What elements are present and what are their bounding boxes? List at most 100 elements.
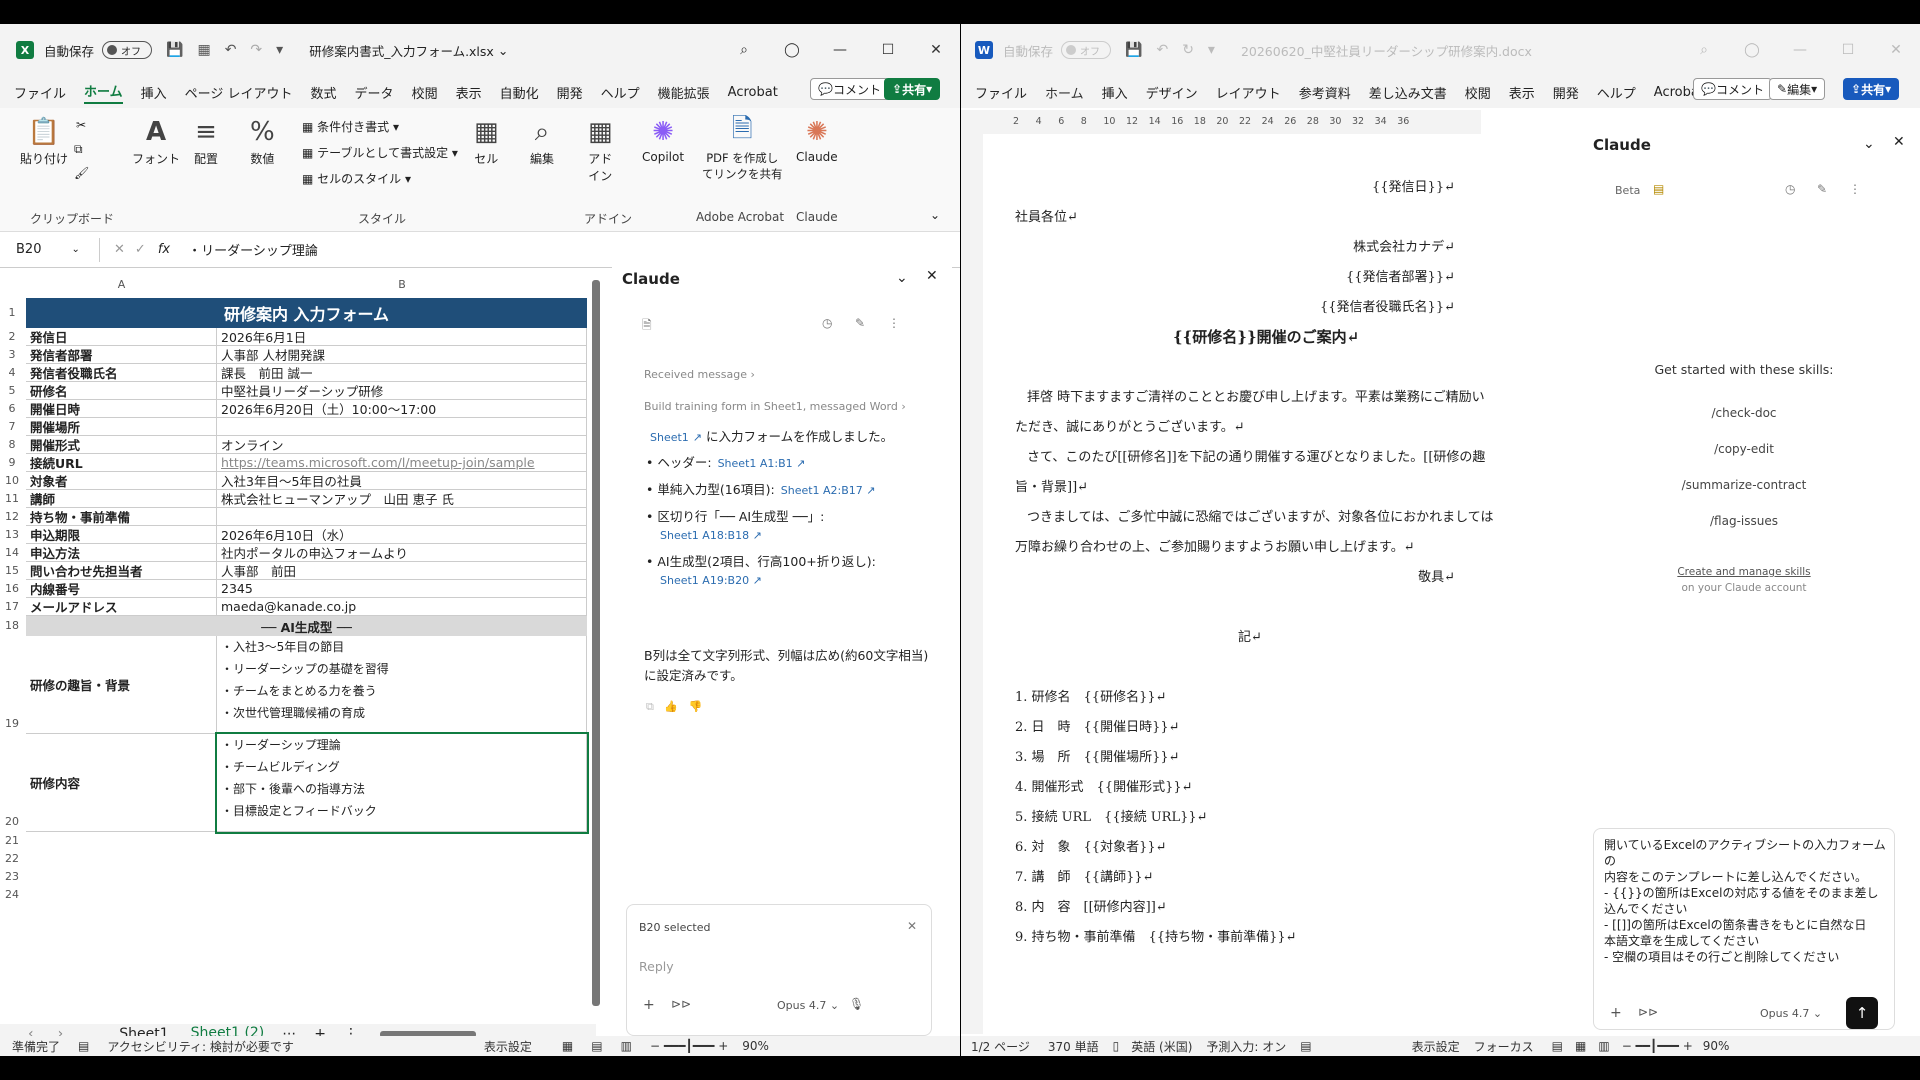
menu-8[interactable]: 表示 bbox=[1509, 83, 1535, 102]
row-header[interactable]: 12 bbox=[0, 508, 24, 526]
menu-2[interactable]: 挿入 bbox=[141, 83, 167, 102]
range-link[interactable]: Sheet1 A18:B18 bbox=[660, 529, 749, 542]
sheet-link[interactable]: Sheet1 bbox=[650, 431, 689, 444]
horizontal-ruler[interactable]: 2 4 6 8 10 12 14 16 18 20 22 24 26 28 30 32 34 36 bbox=[961, 110, 1481, 134]
cell-value[interactable]: maeda@kanade.co.jp bbox=[217, 598, 587, 616]
cell-label[interactable]: 問い合わせ先担当者 bbox=[26, 562, 217, 580]
row-header[interactable]: 11 bbox=[0, 490, 24, 508]
menu-4[interactable]: レイアウト bbox=[1216, 83, 1281, 102]
row-header[interactable]: 9 bbox=[0, 454, 24, 472]
menu-3[interactable]: デザイン bbox=[1146, 83, 1198, 102]
number-button[interactable]: % 数値 bbox=[250, 114, 275, 167]
row-header[interactable]: 16 bbox=[0, 580, 24, 598]
name-box[interactable]: B20 ⌄ bbox=[0, 237, 100, 262]
avatar[interactable]: ◯ bbox=[768, 42, 816, 58]
cell-label[interactable]: 講師 bbox=[26, 490, 217, 508]
row-header[interactable]: 8 bbox=[0, 436, 24, 454]
customize-qat-icon[interactable]: ▾ bbox=[1208, 42, 1215, 58]
range-link[interactable]: Sheet1 A19:B20 bbox=[660, 574, 749, 587]
row-header[interactable]: 14 bbox=[0, 544, 24, 562]
row-header[interactable]: 1 bbox=[0, 298, 24, 328]
cell-value[interactable]: 人事部 人材開発課 bbox=[217, 346, 587, 364]
cell-label[interactable]: 対象者 bbox=[26, 472, 217, 490]
open-link-icon[interactable]: ↗ bbox=[749, 529, 762, 542]
row-header[interactable]: 22 bbox=[0, 850, 24, 868]
chevron-down-icon[interactable]: ⌄ bbox=[498, 43, 508, 58]
page-break-icon[interactable]: ▥ bbox=[621, 1039, 632, 1053]
row-header[interactable]: 18 bbox=[0, 616, 24, 636]
row-header[interactable]: 17 bbox=[0, 598, 24, 616]
cell-value[interactable]: https://teams.microsoft.com/l/meetup-joi… bbox=[217, 454, 587, 472]
model-selector[interactable]: Opus 4.7 ⌄ bbox=[777, 999, 839, 1012]
predictive-status[interactable]: 予測入力: オン bbox=[1206, 1038, 1286, 1055]
edit-button[interactable]: ⌕ 編集 bbox=[530, 114, 554, 167]
new-chat-icon[interactable]: ✎ bbox=[855, 316, 865, 330]
search-icon[interactable]: ⌕ bbox=[720, 42, 768, 58]
cell-label[interactable]: 発信者役職氏名 bbox=[26, 364, 217, 382]
range-link[interactable]: Sheet1 A1:B1 bbox=[718, 457, 793, 470]
fx-icon[interactable]: fx bbox=[158, 242, 170, 257]
document-icon[interactable]: 🗎 bbox=[642, 316, 652, 337]
align-button[interactable]: ≡ 配置 bbox=[194, 114, 218, 167]
cell-value[interactable]: 株式会社ヒューマンアップ 山田 恵子 氏 bbox=[217, 490, 587, 508]
menu-7[interactable]: 校閲 bbox=[1465, 83, 1491, 102]
manage-skills-link[interactable]: Create and manage skills bbox=[1579, 566, 1909, 578]
collapse-ribbon-icon[interactable]: ⌄ bbox=[930, 208, 940, 222]
undo-icon[interactable]: ↶ bbox=[225, 42, 237, 58]
cell-value[interactable]: 人事部 前田 bbox=[217, 562, 587, 580]
share-button[interactable]: ⇪ 共有 ▾ bbox=[884, 78, 941, 100]
prompt-text[interactable]: 開いているExcelのアクティブシートの入力フォームの 内容をこのテンプレートに差… bbox=[1604, 837, 1894, 965]
model-selector[interactable]: Opus 4.7 ⌄ bbox=[1760, 1007, 1822, 1020]
redo-icon[interactable]: ↷ bbox=[250, 42, 262, 58]
cell-value[interactable]: オンライン bbox=[217, 436, 587, 454]
history-icon[interactable]: ◷ bbox=[822, 316, 832, 330]
language-status[interactable]: 英語 (米国) bbox=[1131, 1038, 1192, 1055]
zoom-slider[interactable]: − ━━━┃━━━ + bbox=[650, 1039, 728, 1053]
print-layout-icon[interactable]: ▦ bbox=[1575, 1039, 1586, 1053]
more-icon[interactable]: ⋮ bbox=[888, 316, 900, 330]
row-header[interactable]: 6 bbox=[0, 400, 24, 418]
read-mode-icon[interactable]: ▤ bbox=[1552, 1039, 1563, 1053]
cell-label[interactable]: 発信日 bbox=[26, 328, 217, 346]
separator-cell[interactable]: ── AI生成型 ── bbox=[26, 616, 587, 636]
layout-icon[interactable]: ▦ bbox=[197, 42, 210, 58]
focus-mode[interactable]: フォーカス bbox=[1474, 1038, 1534, 1055]
cell-value[interactable]: 中堅社員リーダーシップ研修 bbox=[217, 382, 587, 400]
cell-multiline[interactable]: ・入社3～5年目の節目 ・リーダーシップの基礎を習得 ・チームをまとめる力を養う ・次… bbox=[217, 636, 587, 734]
vertical-scrollbar[interactable] bbox=[592, 280, 600, 1006]
chevron-down-icon[interactable]: ⌄ bbox=[1863, 136, 1875, 152]
menu-7[interactable]: 表示 bbox=[456, 83, 482, 102]
menu-6[interactable]: 校閲 bbox=[412, 83, 438, 102]
save-icon[interactable]: 💾 bbox=[166, 42, 183, 58]
formula-input[interactable]: ・リーダーシップ理論 bbox=[188, 240, 318, 259]
web-layout-icon[interactable]: ▥ bbox=[1598, 1039, 1609, 1053]
open-link-icon[interactable]: ↗ bbox=[863, 484, 875, 497]
row-header[interactable]: 4 bbox=[0, 364, 24, 382]
cell-label[interactable]: メールアドレス bbox=[26, 598, 217, 616]
avatar[interactable]: ◯ bbox=[1728, 42, 1776, 58]
history-icon[interactable]: ◷ bbox=[1785, 182, 1795, 196]
page-count[interactable]: 1/2 ページ bbox=[971, 1038, 1030, 1055]
row-header[interactable]: 21 bbox=[0, 832, 24, 850]
cell-value[interactable]: 社内ポータルの申込フォームより bbox=[217, 544, 587, 562]
cell-value[interactable] bbox=[217, 418, 587, 436]
cell-label[interactable]: 発信者部署 bbox=[26, 346, 217, 364]
share-button[interactable]: ⇪ 共有 ▾ bbox=[1843, 78, 1900, 100]
vertical-ruler[interactable] bbox=[961, 134, 983, 1034]
addin-button[interactable]: ▦ アド イン bbox=[588, 114, 613, 184]
menu-9[interactable]: 開発 bbox=[1553, 83, 1579, 102]
claude-ribbon-button[interactable]: ✺ Claude bbox=[796, 114, 838, 164]
font-button[interactable]: A フォント bbox=[132, 114, 180, 167]
close-icon[interactable]: ✕ bbox=[912, 42, 960, 58]
menu-8[interactable]: 自動化 bbox=[500, 83, 539, 102]
page-layout-icon[interactable]: ▤ bbox=[591, 1039, 602, 1053]
cell-label[interactable]: 研修の趣旨・背景 bbox=[26, 636, 217, 734]
file-title[interactable]: 研修案内書式_入力フォーム.xlsx bbox=[309, 41, 494, 60]
cell-value[interactable]: 2026年6月1日 bbox=[217, 328, 587, 346]
close-icon[interactable]: ✕ bbox=[926, 268, 938, 284]
copilot-button[interactable]: ✺ Copilot bbox=[642, 114, 684, 164]
menu-4[interactable]: 数式 bbox=[311, 83, 337, 102]
menu-10[interactable]: ヘルプ bbox=[1597, 83, 1636, 102]
zoom-level[interactable]: 90% bbox=[1703, 1039, 1730, 1053]
chevron-down-icon[interactable]: ⌄ bbox=[896, 270, 908, 286]
